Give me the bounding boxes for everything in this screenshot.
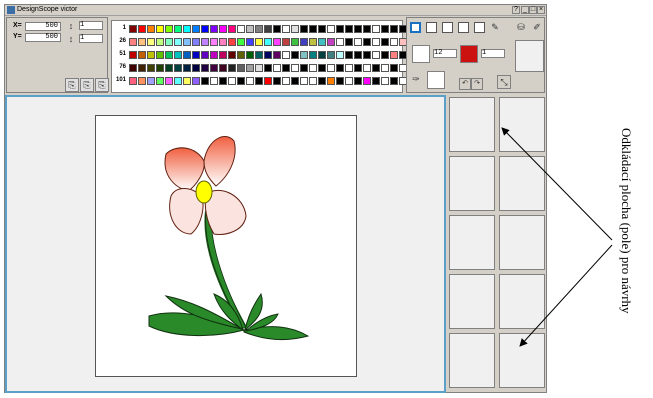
arrow-to-bottom-thumb <box>519 244 613 347</box>
annotation-arrows <box>501 127 613 347</box>
annotation-label: Odkládací plocha (pole) pro návrhy <box>619 128 634 314</box>
arrow-to-top-thumb <box>501 127 613 241</box>
